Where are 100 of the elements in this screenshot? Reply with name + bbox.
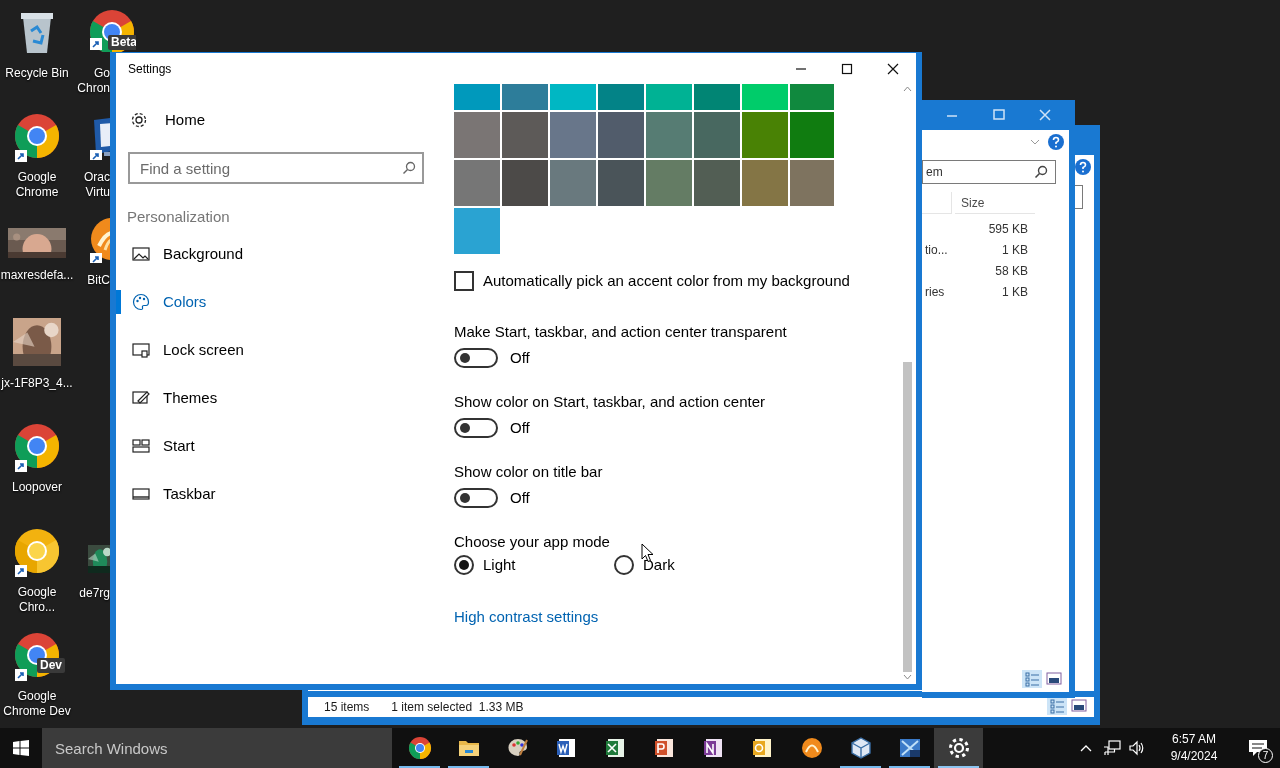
chevron-up-icon[interactable]	[1080, 744, 1092, 752]
preview-view-icon[interactable]	[1069, 697, 1089, 715]
radio-label: Dark	[643, 555, 675, 575]
icon-label[interactable]: Loopover	[0, 480, 75, 495]
nav-item[interactable]: Background	[116, 230, 446, 278]
icon-label[interactable]: maxresdefa...	[0, 268, 75, 283]
color-swatch[interactable]	[502, 160, 548, 206]
icon-label[interactable]: Orac Virtu	[84, 170, 110, 200]
chrome-icon[interactable]	[13, 422, 61, 470]
file-size: 58 KB	[994, 263, 1028, 280]
color-swatch[interactable]	[598, 112, 644, 158]
windows-logo-icon	[13, 740, 29, 756]
search-field[interactable]: Search Windows	[42, 728, 392, 768]
nav-item[interactable]: Start	[116, 422, 446, 470]
help-icon[interactable]	[1075, 159, 1091, 175]
toggle-switch[interactable]	[454, 488, 498, 509]
close-icon[interactable]	[1039, 109, 1051, 121]
chevron-down-icon[interactable]	[1030, 138, 1040, 146]
icon-label[interactable]: Google Chrome	[0, 170, 75, 200]
color-swatch[interactable]	[550, 160, 596, 206]
window-title: Settings	[128, 60, 172, 78]
color-swatch[interactable]	[694, 160, 740, 206]
icon-label[interactable]: BitC	[87, 273, 110, 288]
icon-label[interactable]: jx-1F8P3_4...	[0, 376, 75, 391]
network-icon[interactable]	[1103, 740, 1121, 756]
scroll-up-icon[interactable]	[903, 86, 912, 92]
maximize-icon[interactable]	[993, 109, 1005, 121]
cube-icon	[848, 736, 873, 760]
icon-badge: Dev	[37, 658, 65, 673]
toggle-label: Show color on Start, taskbar, and action center	[454, 392, 765, 412]
color-swatch[interactable]	[694, 112, 740, 158]
toggle-label: Show color on title bar	[454, 462, 603, 482]
color-swatch[interactable]	[502, 112, 548, 158]
radio-label: Light	[483, 555, 516, 575]
search-field[interactable]: em	[922, 160, 1056, 184]
monitor-icon	[132, 341, 150, 359]
close-icon	[887, 62, 899, 75]
icon-label[interactable]: Go Chron	[77, 66, 110, 96]
icon-label[interactable]: Google Chrome Dev	[0, 689, 75, 719]
maximize-icon	[841, 62, 853, 75]
link[interactable]: High contrast settings	[454, 606, 599, 629]
color-swatch[interactable]	[790, 112, 834, 158]
file-size: 1 KB	[1001, 242, 1028, 259]
notification-button[interactable]: 7	[1236, 728, 1280, 768]
color-swatch[interactable]	[550, 112, 596, 158]
checkbox[interactable]	[454, 271, 474, 292]
file-size: 1 KB	[1001, 284, 1028, 301]
color-swatch[interactable]	[742, 160, 788, 206]
color-swatch[interactable]	[646, 160, 692, 206]
selection-bar	[116, 290, 121, 314]
radio-button[interactable]	[454, 555, 474, 576]
settings-icon	[946, 736, 971, 760]
search-icon	[1034, 165, 1048, 179]
file-name[interactable]: tio...	[925, 241, 948, 259]
chrome-icon[interactable]	[13, 112, 61, 160]
clock[interactable]: 6:57 AM 9/4/2024	[1156, 728, 1232, 768]
color-swatch[interactable]	[790, 160, 834, 206]
color-swatch[interactable]	[646, 112, 692, 158]
chrome-icon[interactable]	[13, 527, 61, 575]
icon-label[interactable]: Google Chro...	[0, 585, 75, 615]
icon-label[interactable]: de7rg	[79, 586, 110, 601]
nav-item[interactable]: Taskbar	[116, 470, 446, 518]
radio-button[interactable]	[614, 555, 634, 576]
color-swatch[interactable]	[454, 208, 500, 254]
tiles-icon	[132, 437, 150, 455]
color-swatch[interactable]	[454, 112, 500, 158]
search-field[interactable]: Find a setting	[128, 152, 424, 184]
color-swatch[interactable]	[454, 160, 500, 206]
status-text: 1 item selected 1.33 MB	[391, 699, 524, 716]
chrome-icon	[407, 736, 432, 760]
color-swatch[interactable]	[598, 160, 644, 206]
section-heading: Personalization	[127, 207, 230, 227]
file-name[interactable]: ries	[925, 283, 945, 301]
home-link[interactable]: Home	[165, 108, 205, 132]
nav-item[interactable]: Lock screen	[116, 326, 446, 374]
scroll-down-icon[interactable]	[903, 674, 912, 680]
status-text: 15 items	[324, 699, 370, 716]
preview-view-icon[interactable]	[1044, 670, 1064, 688]
help-icon[interactable]	[1048, 134, 1064, 150]
scrollbar-thumb[interactable]	[903, 362, 912, 672]
toggle-state: Off	[510, 348, 530, 368]
pen-on-screen-icon	[132, 389, 150, 407]
ball-icon	[799, 736, 824, 760]
column-header[interactable]: Size	[955, 192, 1035, 214]
nav-item[interactable]: Themes	[116, 374, 446, 422]
nav-item[interactable]: Colors	[116, 278, 446, 326]
search-icon	[402, 161, 416, 175]
color-swatch[interactable]	[742, 112, 788, 158]
icon-label[interactable]: Recycle Bin	[0, 66, 75, 81]
toggle-label: Make Start, taskbar, and action center transparent	[454, 322, 787, 342]
file-size: 595 KB	[987, 221, 1028, 238]
volume-icon[interactable]	[1128, 740, 1146, 756]
toggle-switch[interactable]	[454, 348, 498, 369]
settings-icon[interactable]	[130, 111, 148, 129]
toggle-switch[interactable]	[454, 418, 498, 439]
window-icon	[897, 736, 922, 760]
taskbar-button[interactable]	[934, 728, 983, 768]
checkbox-label: Automatically pick an accent color from my background	[483, 271, 850, 291]
notification-badge: 7	[1258, 748, 1273, 763]
toggle-state: Off	[510, 418, 530, 438]
